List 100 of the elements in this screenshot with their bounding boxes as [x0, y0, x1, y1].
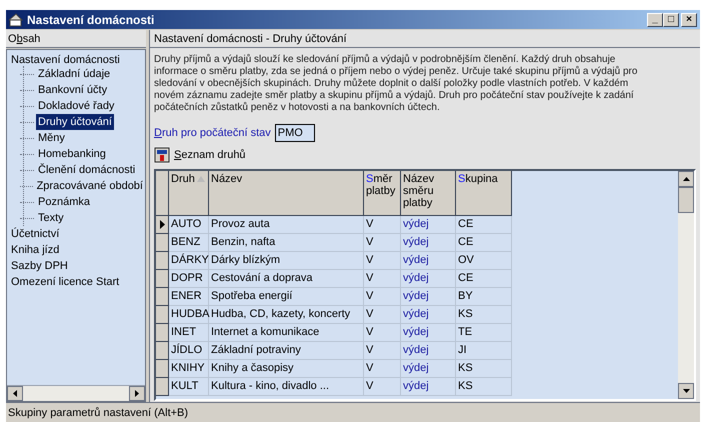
table-cell: výdej [401, 360, 456, 378]
table-cell: V [364, 324, 401, 342]
table-cell: výdej [401, 216, 456, 234]
table-cell: Internet a komunikace [209, 324, 364, 342]
table-cell: DOPR [169, 270, 209, 288]
table-cell: Hudba, CD, kazety, koncerty [209, 306, 364, 324]
scroll-up-icon[interactable] [678, 171, 694, 187]
table-cell: V [364, 360, 401, 378]
tree-item[interactable]: Kniha jízd [9, 242, 62, 258]
table-cell: KS [456, 306, 512, 324]
table-cell: CE [456, 216, 512, 234]
pane-header: Obsah [6, 30, 146, 48]
table-cell: V [364, 288, 401, 306]
table-cell: KS [456, 360, 512, 378]
table-cell: výdej [401, 378, 456, 396]
table-cell: V [364, 270, 401, 288]
scroll-thumb[interactable] [678, 187, 694, 213]
table-cell: výdej [401, 306, 456, 324]
table-cell: KULT [169, 378, 209, 396]
table-cell: V [364, 378, 401, 396]
row-header[interactable] [156, 252, 169, 270]
sort-icon [196, 176, 205, 182]
tree-item[interactable]: Měny [36, 130, 67, 146]
table-cell: V [364, 234, 401, 252]
close-button[interactable]: × [681, 12, 697, 26]
table-cell: Cestování a doprava [209, 270, 364, 288]
table-cell: výdej [401, 324, 456, 342]
table-cell: HUDBA [169, 306, 209, 324]
minimize-button[interactable]: _ [647, 12, 663, 26]
table-cell: V [364, 216, 401, 234]
maximize-button[interactable]: □ [663, 12, 679, 26]
window-title: Nastavení domácnosti [27, 12, 156, 28]
table-cell: výdej [401, 342, 456, 360]
row-header[interactable] [156, 234, 169, 252]
tree-item[interactable]: Texty [36, 210, 66, 226]
table-cell: BY [456, 288, 512, 306]
table-cell: OV [456, 252, 512, 270]
initial-state-field[interactable]: PMO [274, 124, 315, 142]
row-header[interactable] [156, 270, 169, 288]
field-label: Druh pro počáteční stav [154, 126, 271, 141]
row-header[interactable] [156, 288, 169, 306]
table-cell: KS [456, 378, 512, 396]
table-cell: Spotřeba energií [209, 288, 364, 306]
table-cell: CE [456, 234, 512, 252]
table-cell: výdej [401, 270, 456, 288]
current-row-icon [160, 220, 164, 229]
table-cell: V [364, 342, 401, 360]
row-header-corner [156, 171, 169, 216]
horizontal-scrollbar[interactable] [7, 385, 145, 401]
tree-item[interactable]: Druhy účtování [36, 114, 114, 130]
table-cell: Knihy a časopisy [209, 360, 364, 378]
app-icon [9, 12, 23, 26]
tree-item[interactable]: Dokladové řady [36, 98, 116, 114]
row-header[interactable] [156, 342, 169, 360]
row-header[interactable] [156, 216, 169, 234]
table-cell: AUTO [169, 216, 209, 234]
column-header[interactable]: Název [209, 171, 364, 216]
column-header[interactable]: Směr platby [364, 171, 401, 216]
table-cell: výdej [401, 252, 456, 270]
tree-item[interactable]: Základní údaje [36, 66, 112, 82]
scroll-down-icon[interactable] [678, 383, 694, 399]
column-header[interactable]: Druh [169, 171, 209, 216]
column-header[interactable]: Skupina [456, 171, 512, 216]
table-cell: ENER [169, 288, 209, 306]
tree-item[interactable]: Omezení licence Start [9, 274, 122, 290]
table-cell: V [364, 252, 401, 270]
table-cell: JÍDLO [169, 342, 209, 360]
tree-item[interactable]: Poznámka [36, 194, 92, 210]
row-header[interactable] [156, 378, 169, 396]
row-header[interactable] [156, 306, 169, 324]
row-header[interactable] [156, 324, 169, 342]
table-cell: Základní potraviny [209, 342, 364, 360]
table-cell: JI [456, 342, 512, 360]
table-cell: Provoz auta [209, 216, 364, 234]
tree-item[interactable]: Účetnictví [9, 226, 62, 242]
column-header[interactable]: Název směru platby [401, 171, 456, 216]
tree-item[interactable]: Bankovní účty [36, 82, 110, 98]
table-cell: Dárky blízkým [209, 252, 364, 270]
row-header[interactable] [156, 360, 169, 378]
vertical-scrollbar[interactable] [678, 171, 694, 399]
type-list-button[interactable]: Seznam druhů [174, 146, 246, 164]
table-cell: Kultura - kino, divadlo ... [209, 378, 364, 396]
table-cell: výdej [401, 234, 456, 252]
tree-item[interactable]: Homebanking [36, 146, 108, 162]
scroll-left-icon[interactable] [7, 386, 23, 401]
table-cell: DÁRKY [169, 252, 209, 270]
tree-item[interactable]: Nastavení domácnosti [9, 52, 122, 68]
table-cell: TE [456, 324, 512, 342]
table-cell: BENZ [169, 234, 209, 252]
table-cell: INET [169, 324, 209, 342]
table-cell: CE [456, 270, 512, 288]
tree-item[interactable]: Sazby DPH [9, 258, 70, 274]
tree-item[interactable]: Zpracovávané období [34, 178, 145, 194]
scroll-right-icon[interactable] [129, 386, 145, 401]
content-title: Nastavení domácnosti - Druhy účtování [150, 30, 700, 48]
description-text: Druhy příjmů a výdajů slouží ke sledování příjmů a výdajů v podrobnějším členění. Každý druh obsahuje informace o směru platby, zda se jedná o příjem nebo o výdej peněz. Určuje také skupinu příjmů a výdajů pro sledování v obecnějších skupinách. Druhy můžete doplnit o další položky podle vlastních potřeb. V každém novém záznamu zadejte směr platby a skupinu příjmů a výdajů. Druh pro počáteční stav používejte k zadání počátečních zůstatků peněz v hotovosti a na bankovních účtech. [153, 53, 638, 114]
tree-item[interactable]: Členění domácnosti [36, 162, 138, 178]
table-cell: V [364, 306, 401, 324]
list-icon [154, 147, 170, 163]
table-cell: výdej [401, 288, 456, 306]
